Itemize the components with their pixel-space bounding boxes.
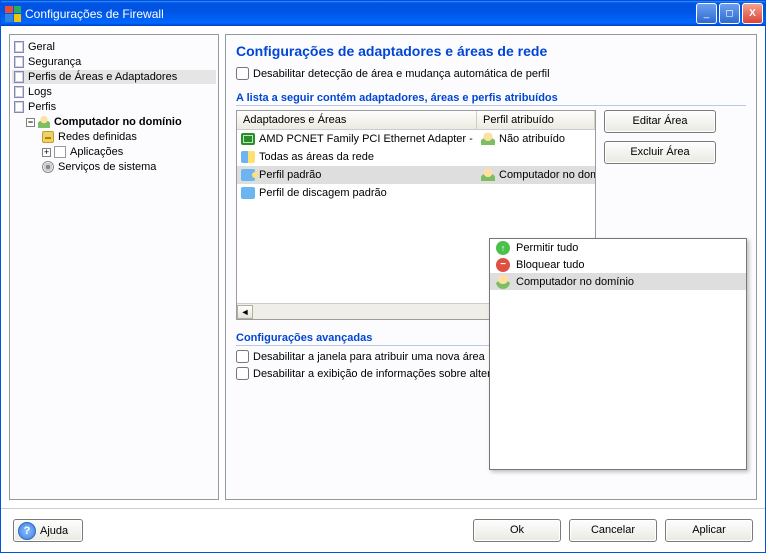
checkbox-label: Desabilitar a exibição de informações so…	[253, 368, 497, 380]
delete-area-button[interactable]: Excluir Área	[604, 141, 716, 164]
popup-item-permitir[interactable]: ↑ Permitir tudo	[490, 239, 746, 256]
sidebar-item-servicos[interactable]: Serviços de sistema	[12, 160, 216, 174]
tree-label: Aplicações	[70, 146, 123, 158]
user-icon	[481, 169, 495, 181]
page-icon	[14, 86, 24, 98]
edit-area-button[interactable]: Editar Área	[604, 110, 716, 133]
sidebar-item-perfis[interactable]: Perfis	[12, 100, 216, 114]
column-adapters[interactable]: Adaptadores e Áreas	[237, 111, 477, 129]
app-icon-small	[54, 146, 66, 158]
listview-header[interactable]: Adaptadores e Áreas Perfil atribuído	[237, 111, 595, 130]
popup-label: Permitir tudo	[516, 242, 578, 254]
content-area: Geral Segurança Perfis de Áreas e Adapta…	[1, 26, 765, 508]
page-icon	[14, 41, 24, 53]
sidebar-item-aplicacoes[interactable]: + Aplicações	[12, 145, 216, 159]
tree-label: Perfis	[28, 101, 56, 113]
maximize-button[interactable]: ◻	[719, 3, 740, 24]
scroll-left-button[interactable]: ◄	[237, 305, 253, 319]
cell-text: Perfil padrão	[259, 169, 321, 181]
tree-label: Serviços de sistema	[58, 161, 156, 173]
collapse-icon[interactable]: −	[26, 118, 35, 127]
table-row[interactable]: Perfil padrão Computador no domínio	[237, 166, 595, 184]
table-row[interactable]: Todas as áreas da rede	[237, 148, 595, 166]
network-adapter-icon	[241, 133, 255, 145]
cancel-button[interactable]: Cancelar	[569, 519, 657, 542]
tree-label: Logs	[28, 86, 52, 98]
page-icon	[14, 71, 24, 83]
minimize-button[interactable]: _	[696, 3, 717, 24]
profile-icon	[241, 169, 255, 181]
disable-assign-window-input[interactable]	[236, 350, 249, 363]
sidebar-item-perfis-areas[interactable]: Perfis de Áreas e Adaptadores	[12, 70, 216, 84]
tree-label: Segurança	[28, 56, 81, 68]
allow-icon: ↑	[496, 241, 510, 255]
table-row[interactable]: Perfil de discagem padrão	[237, 184, 595, 202]
page-icon	[14, 101, 24, 113]
disable-detection-checkbox[interactable]: Desabilitar detecção de área e mudança a…	[236, 67, 746, 80]
dialup-profile-icon	[241, 187, 255, 199]
help-label: Ajuda	[40, 525, 68, 537]
window-body: Geral Segurança Perfis de Áreas e Adapta…	[1, 26, 765, 552]
sidebar-item-logs[interactable]: Logs	[12, 85, 216, 99]
window-title: Configurações de Firewall	[25, 7, 694, 21]
apply-button[interactable]: Aplicar	[665, 519, 753, 542]
user-icon	[481, 133, 495, 145]
user-icon	[496, 275, 510, 289]
list-intro-label: A lista a seguir contém adaptadores, áre…	[236, 92, 746, 106]
tree-label: Redes definidas	[58, 131, 137, 143]
tree-label: Computador no domínio	[54, 116, 182, 128]
checkbox-label: Desabilitar a janela para atribuir uma n…	[253, 351, 485, 363]
disable-info-display-input[interactable]	[236, 367, 249, 380]
tree-label: Geral	[28, 41, 55, 53]
column-profile[interactable]: Perfil atribuído	[477, 111, 595, 129]
titlebar[interactable]: Configurações de Firewall _ ◻ X	[1, 1, 765, 26]
popup-label: Bloquear tudo	[516, 259, 585, 271]
expand-icon[interactable]: +	[42, 148, 51, 157]
ok-button[interactable]: Ok	[473, 519, 561, 542]
disable-detection-input[interactable]	[236, 67, 249, 80]
page-title: Configurações de adaptadores e áreas de …	[236, 43, 746, 59]
all-areas-icon	[241, 151, 255, 163]
close-button[interactable]: X	[742, 3, 763, 24]
popup-item-computador-dominio[interactable]: Computador no domínio	[490, 273, 746, 290]
block-icon: −	[496, 258, 510, 272]
page-icon	[14, 56, 24, 68]
cell-text: AMD PCNET Family PCI Ethernet Adapter - …	[259, 133, 477, 145]
cell-text: Todas as áreas da rede	[259, 151, 374, 163]
gear-icon	[42, 161, 54, 173]
help-button[interactable]: ? Ajuda	[13, 519, 83, 542]
help-icon: ?	[18, 522, 36, 540]
footer-bar: ? Ajuda Ok Cancelar Aplicar	[1, 508, 765, 552]
user-icon	[38, 116, 50, 128]
popup-item-bloquear[interactable]: − Bloquear tudo	[490, 256, 746, 273]
popup-label: Computador no domínio	[516, 276, 634, 288]
sidebar-item-computador-dominio[interactable]: − Computador no domínio	[12, 115, 216, 129]
table-row[interactable]: AMD PCNET Family PCI Ethernet Adapter - …	[237, 130, 595, 148]
sidebar-item-seguranca[interactable]: Segurança	[12, 55, 216, 69]
profile-dropdown-popup[interactable]: ↑ Permitir tudo − Bloquear tudo Computad…	[489, 238, 747, 470]
app-icon	[5, 6, 21, 22]
tree-label: Perfis de Áreas e Adaptadores	[28, 71, 177, 83]
cell-text: Não atribuído	[499, 133, 565, 145]
disable-detection-label: Desabilitar detecção de área e mudança a…	[253, 68, 550, 80]
cell-text: Perfil de discagem padrão	[259, 187, 387, 199]
sidebar-tree[interactable]: Geral Segurança Perfis de Áreas e Adapta…	[9, 34, 219, 500]
area-icon	[42, 131, 54, 143]
sidebar-item-redes[interactable]: Redes definidas	[12, 130, 216, 144]
firewall-settings-window: Configurações de Firewall _ ◻ X Geral Se…	[0, 0, 766, 553]
sidebar-item-geral[interactable]: Geral	[12, 40, 216, 54]
cell-text: Computador no domínio	[499, 169, 595, 181]
